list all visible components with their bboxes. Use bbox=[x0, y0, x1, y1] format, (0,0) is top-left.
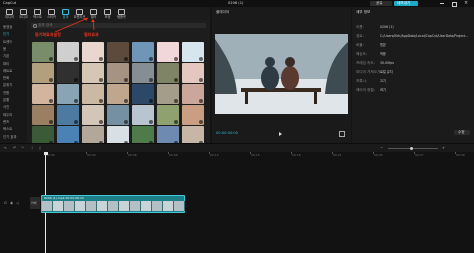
play-icon[interactable] bbox=[279, 132, 282, 136]
field-label: 비율: bbox=[356, 43, 364, 47]
annotation-arrow-left bbox=[54, 17, 89, 33]
filmstrip-frame bbox=[53, 201, 64, 211]
player-title: 플레이어 bbox=[216, 10, 230, 14]
filmstrip-frame bbox=[174, 201, 185, 211]
video-clip[interactable]: 0206 (1).mp4 00:00:06:15 bbox=[41, 195, 185, 213]
ruler-label: 00:03 bbox=[87, 153, 96, 157]
track-audio-icon[interactable]: ◁ bbox=[16, 201, 19, 206]
zoom-slider-handle[interactable] bbox=[410, 146, 413, 150]
preview-frame bbox=[215, 34, 348, 114]
filmstrip-frame bbox=[64, 201, 75, 211]
player-panel: 플레이어 00:00:00:00 bbox=[212, 7, 351, 143]
fullscreen-icon[interactable] bbox=[339, 131, 345, 137]
zoom-slider[interactable] bbox=[388, 148, 438, 149]
preview-figure-right bbox=[281, 66, 299, 90]
filmstrip-frame bbox=[108, 201, 119, 211]
preview-figure-left bbox=[261, 66, 279, 90]
filmstrip-frame bbox=[86, 201, 97, 211]
timeline-panel: 00:00 00:03 00:06 00:09 00:12 00:15 00:18 00:21… bbox=[0, 152, 474, 253]
undo-icon[interactable]: ↶ bbox=[13, 146, 16, 151]
cover-label: 커버 bbox=[31, 201, 37, 205]
filmstrip-frame bbox=[119, 201, 130, 211]
filmstrip-frame bbox=[75, 201, 86, 211]
ruler-label: 00:09 bbox=[169, 153, 178, 157]
ruler-label: 00:06 bbox=[128, 153, 137, 157]
ruler-label: 00:15 bbox=[251, 153, 260, 157]
player-timecode: 00:00:00:00 bbox=[216, 131, 238, 135]
delete-icon[interactable]: ▯ bbox=[39, 146, 41, 151]
field-value: 켜기 bbox=[380, 88, 386, 92]
field-value: 30.00fps bbox=[380, 61, 394, 65]
annotation-left-note: 동기화효과설정 bbox=[35, 32, 61, 37]
field-label: 레이어 정렬: bbox=[356, 88, 375, 92]
field-value: 끄기 bbox=[380, 79, 386, 83]
filmstrip-frame bbox=[97, 201, 108, 211]
field-label: 경로: bbox=[356, 34, 364, 38]
field-value: 적응 bbox=[380, 52, 386, 56]
field-value: C:/Users/Kkh/AppData/Local/CapCut/UserDa… bbox=[380, 34, 470, 38]
cover-button[interactable]: 커버 bbox=[30, 197, 40, 209]
playhead-handle[interactable] bbox=[43, 152, 48, 155]
annotation-right-note: 필터효과 bbox=[84, 32, 99, 37]
track-visibility-icon[interactable]: ◉ bbox=[10, 201, 13, 206]
field-label: 미디어 가져오기: bbox=[356, 70, 382, 74]
field-label: 이름: bbox=[356, 25, 364, 29]
filmstrip-frame bbox=[152, 201, 163, 211]
track-lock-icon[interactable]: ⊡ bbox=[4, 201, 7, 206]
redo-icon[interactable]: ↷ bbox=[21, 146, 24, 151]
clip-filmstrip bbox=[42, 201, 185, 212]
timeline-ruler: 00:00 00:03 00:06 00:09 00:12 00:15 00:18 00:21… bbox=[40, 152, 474, 160]
annotation-arrowhead-right bbox=[91, 19, 95, 22]
ruler-label: 00:24 bbox=[374, 153, 383, 157]
details-panel: 세부 정보 이름: 0206 (1) 경로: C:/Users/Kkh/AppData… bbox=[352, 7, 474, 143]
select-tool-icon[interactable]: ↖ bbox=[4, 146, 7, 151]
preview-bench bbox=[241, 88, 321, 92]
modify-button[interactable]: 수정 bbox=[454, 130, 470, 135]
field-value: 원본 bbox=[380, 43, 386, 47]
filmstrip-frame bbox=[163, 201, 174, 211]
ruler-label: 00:30 bbox=[456, 153, 465, 157]
filmstrip-frame bbox=[42, 201, 53, 211]
field-label: 해상도: bbox=[356, 52, 368, 56]
field-label: 프레임 속도: bbox=[356, 61, 375, 65]
ruler-label: 00:21 bbox=[333, 153, 342, 157]
details-title: 세부 정보 bbox=[356, 10, 371, 14]
zoom-out-icon[interactable]: − bbox=[380, 146, 383, 151]
filmstrip-frame bbox=[130, 201, 141, 211]
field-value: 0206 (1) bbox=[380, 25, 394, 29]
ruler-label: 00:18 bbox=[292, 153, 301, 157]
modify-label: 수정 bbox=[458, 130, 465, 134]
ruler-label: 00:27 bbox=[415, 153, 424, 157]
zoom-in-icon[interactable]: + bbox=[442, 146, 445, 151]
filmstrip-frame bbox=[141, 201, 152, 211]
field-label: 프록시: bbox=[356, 79, 368, 83]
field-value: 로컬 유지 bbox=[380, 70, 393, 74]
split-icon[interactable]: ⌶ bbox=[31, 146, 33, 151]
ruler-label: 00:12 bbox=[210, 153, 219, 157]
